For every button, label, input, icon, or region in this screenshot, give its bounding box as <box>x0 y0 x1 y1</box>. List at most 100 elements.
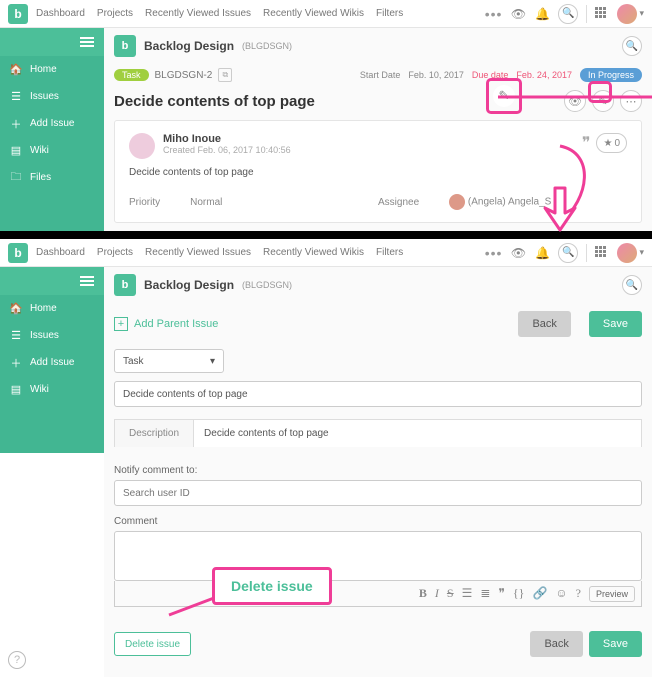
notify-input[interactable] <box>114 480 642 506</box>
project-logo[interactable]: b <box>114 35 136 57</box>
preview-button[interactable]: Preview <box>589 586 635 602</box>
nav-projects[interactable]: Projects <box>97 247 133 258</box>
screenshot-view: b Dashboard Projects Recently Viewed Iss… <box>0 0 652 231</box>
project-logo[interactable]: b <box>114 274 136 296</box>
help-icon[interactable]: ? <box>576 586 581 601</box>
link-icon[interactable]: 🔗 <box>532 586 547 601</box>
content-area: b Backlog Design (BLGDSGN) 🔍 Task BLGDSG… <box>104 28 652 231</box>
nav-dashboard[interactable]: Dashboard <box>36 8 85 19</box>
project-name[interactable]: Backlog Design <box>144 39 234 53</box>
issue-title-input[interactable] <box>114 381 642 407</box>
issue-title: Decide contents of top page <box>114 93 315 110</box>
highlight-edit-small <box>588 81 612 103</box>
due-date: Feb. 24, 2017 <box>516 70 572 80</box>
sidebar-wiki[interactable]: ▤Wiki <box>0 376 104 403</box>
watch-icon[interactable]: 👁 <box>510 245 526 261</box>
user-avatar[interactable] <box>617 243 644 263</box>
quote-icon[interactable]: ❞ <box>582 133 591 153</box>
apps-icon[interactable] <box>595 246 609 260</box>
nav-dashboard[interactable]: Dashboard <box>36 247 85 258</box>
sidebar-toggle[interactable] <box>0 267 104 295</box>
editor-toolbar: B I S ☰ ≣ ❞ {} 🔗 ☺ ? Preview <box>114 581 642 607</box>
nav-recent-wikis[interactable]: Recently Viewed Wikis <box>263 247 364 258</box>
bold-icon[interactable]: B <box>419 586 427 601</box>
home-icon: 🏠 <box>10 64 22 76</box>
back-button[interactable]: Back <box>518 311 570 337</box>
search-icon[interactable]: 🔍 <box>558 243 578 263</box>
issue-type-select[interactable]: Task▾ <box>114 349 224 373</box>
add-parent-icon[interactable]: + <box>114 317 128 331</box>
quote-icon[interactable]: ❞ <box>498 586 504 601</box>
description-content[interactable]: Decide contents of top page <box>194 420 641 447</box>
search-icon[interactable]: 🔍 <box>558 4 578 24</box>
project-search-icon[interactable]: 🔍 <box>622 36 642 56</box>
nav-filters[interactable]: Filters <box>376 8 403 19</box>
notify-label: Notify comment to: <box>114 465 642 476</box>
eye-icon[interactable]: 👁 <box>564 90 586 112</box>
sidebar-home[interactable]: 🏠Home <box>0 56 104 83</box>
apps-icon[interactable] <box>595 7 609 21</box>
plus-icon: ＋ <box>10 118 22 130</box>
assignee-value[interactable]: (Angela) Angela_S <box>468 197 551 208</box>
app-logo[interactable]: b <box>8 243 28 263</box>
sidebar-files[interactable]: 🗀Files <box>0 164 104 191</box>
project-header: b Backlog Design (BLGDSGN) 🔍 <box>104 28 652 64</box>
project-code: (BLGDSGN) <box>242 41 292 51</box>
project-search-icon[interactable]: 🔍 <box>622 275 642 295</box>
list-icon: ☰ <box>10 91 22 103</box>
top-nav-2: b Dashboard Projects Recently Viewed Iss… <box>0 239 652 267</box>
watch-icon[interactable]: 👁 <box>510 6 526 22</box>
assignee-avatar[interactable] <box>449 194 465 210</box>
strike-icon[interactable]: S <box>447 586 454 601</box>
nav-projects[interactable]: Projects <box>97 8 133 19</box>
comment-textarea[interactable] <box>114 531 642 581</box>
bell-icon[interactable]: 🔔 <box>534 245 550 261</box>
back-button[interactable]: Back <box>530 631 582 657</box>
screenshot-delete: Notify comment to: Comment B I S ☰ ≣ ❞ {… <box>0 453 652 677</box>
italic-icon[interactable]: I <box>435 586 439 601</box>
nav-recent-wikis[interactable]: Recently Viewed Wikis <box>263 8 364 19</box>
numbered-icon[interactable]: ≣ <box>480 586 490 601</box>
top-nav: b Dashboard Projects Recently Viewed Iss… <box>0 0 652 28</box>
delete-issue-button[interactable]: Delete issue <box>114 632 191 656</box>
help-bubble-icon[interactable]: ? <box>8 651 26 669</box>
star-button[interactable]: ★ 0 <box>596 133 627 153</box>
issue-key[interactable]: BLGDSGN-2 <box>155 70 213 81</box>
sidebar-issues[interactable]: ☰Issues <box>0 322 104 349</box>
sidebar-issues[interactable]: ☰Issues <box>0 83 104 110</box>
priority-value: Normal <box>190 197 222 208</box>
start-date-label: Start Date <box>360 70 401 80</box>
user-avatar[interactable] <box>617 4 644 24</box>
highlight-delete-callout: Delete issue <box>212 567 332 605</box>
description-card: Miho Inoue Created Feb. 06, 2017 10:40:5… <box>114 120 642 223</box>
nav-filters[interactable]: Filters <box>376 247 403 258</box>
sidebar-home[interactable]: 🏠Home <box>0 295 104 322</box>
save-button[interactable]: Save <box>589 311 642 337</box>
more-icon[interactable]: ⋯ <box>620 90 642 112</box>
tab-description[interactable]: Description <box>115 420 194 447</box>
author-avatar[interactable] <box>129 133 155 159</box>
status-chip[interactable]: In Progress <box>580 68 642 82</box>
sidebar-add-issue[interactable]: ＋Add Issue <box>0 349 104 376</box>
sidebar-add-issue[interactable]: ＋Add Issue <box>0 110 104 137</box>
add-parent-link[interactable]: Add Parent Issue <box>134 318 218 330</box>
sidebar-toggle[interactable] <box>0 28 104 56</box>
screenshot-edit: b Dashboard Projects Recently Viewed Iss… <box>0 239 652 453</box>
start-date: Feb. 10, 2017 <box>408 70 464 80</box>
bell-icon[interactable]: 🔔 <box>534 6 550 22</box>
priority-label: Priority <box>129 197 160 208</box>
bullets-icon[interactable]: ☰ <box>462 586 473 601</box>
nav-recent-issues[interactable]: Recently Viewed Issues <box>145 8 251 19</box>
more-icon[interactable]: ••• <box>485 245 503 261</box>
app-logo[interactable]: b <box>8 4 28 24</box>
sidebar-wiki[interactable]: ▤Wiki <box>0 137 104 164</box>
save-button[interactable]: Save <box>589 631 642 657</box>
project-name[interactable]: Backlog Design <box>144 278 234 292</box>
issue-type-chip: Task <box>114 69 149 81</box>
code-icon[interactable]: {} <box>513 586 525 601</box>
author-name[interactable]: Miho Inoue <box>163 133 291 145</box>
copy-icon[interactable]: ⧉ <box>218 68 232 82</box>
emoji-icon[interactable]: ☺ <box>555 586 567 601</box>
nav-recent-issues[interactable]: Recently Viewed Issues <box>145 247 251 258</box>
more-icon[interactable]: ••• <box>485 6 503 22</box>
